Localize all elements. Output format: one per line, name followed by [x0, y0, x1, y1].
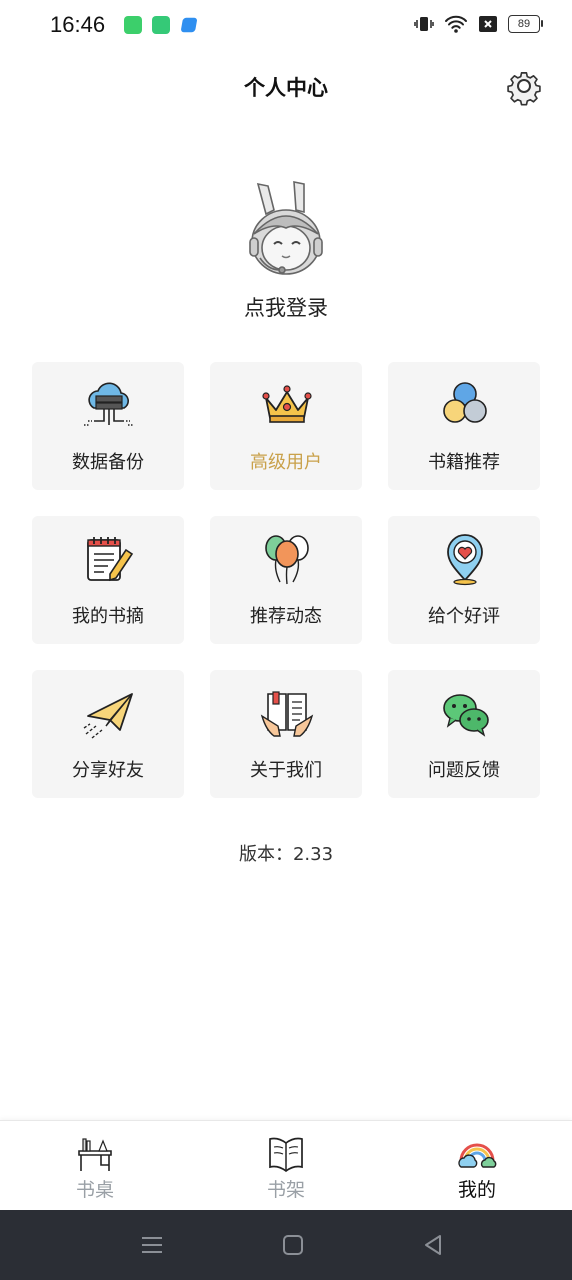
nav-label: 书架: [266, 1179, 305, 1201]
desk-icon: [78, 1138, 112, 1171]
menu-label: 我的书摘: [72, 606, 144, 627]
cloud-server-icon: [84, 382, 134, 426]
settings-button[interactable]: [504, 66, 544, 106]
menu-item-my-excerpts[interactable]: 我的书摘: [32, 516, 184, 644]
rainbow-cloud-icon: [458, 1143, 497, 1168]
home-button[interactable]: [280, 1232, 306, 1258]
page-title: 个人中心: [244, 76, 328, 100]
app-notification-icon: [124, 16, 142, 34]
menu-item-share-friends[interactable]: 分享好友: [32, 670, 184, 798]
menu-item-premium-user[interactable]: 高级用户: [210, 362, 362, 490]
menu-label: 书籍推荐: [428, 452, 500, 473]
open-book-hands-icon: [260, 691, 314, 737]
vibrate-icon: [414, 17, 434, 31]
nav-tab-bookshelf[interactable]: 书架: [191, 1121, 381, 1211]
login-link[interactable]: 点我登录: [0, 292, 572, 322]
heart-pin-icon: [447, 534, 483, 586]
notepad-pencil-icon: [87, 537, 134, 582]
nav-tab-mine[interactable]: 我的: [382, 1121, 572, 1211]
menu-label: 高级用户: [250, 452, 322, 473]
menu-item-about-us[interactable]: 关于我们: [210, 670, 362, 798]
status-indicators: 89: [414, 14, 543, 34]
app-notification-icon: [152, 16, 170, 34]
menu-item-recommend-feed[interactable]: 推荐动态: [210, 516, 362, 644]
no-sim-icon: [479, 16, 497, 32]
square-icon: [283, 1235, 303, 1255]
status-bar: 16:46 89: [0, 0, 572, 52]
menu-label: 关于我们: [250, 760, 322, 781]
menu-label: 数据备份: [72, 452, 144, 473]
bottom-nav: 书桌 书架 我的: [0, 1120, 572, 1211]
avatar[interactable]: [238, 178, 334, 282]
menu-button[interactable]: [139, 1232, 165, 1258]
bookshelf-icon: [269, 1137, 303, 1173]
balloons-icon: [265, 535, 309, 585]
status-time: 16:46: [50, 12, 106, 37]
bunny-girl-avatar-icon: [249, 181, 323, 275]
app-notification-icon: [180, 17, 198, 33]
menu-item-data-backup[interactable]: 数据备份: [32, 362, 184, 490]
nav-tab-desk[interactable]: 书桌: [0, 1121, 190, 1211]
circles-icon: [443, 382, 487, 423]
wifi-icon: [445, 15, 467, 33]
menu-label: 给个好评: [428, 606, 500, 627]
battery-indicator: 89: [508, 15, 543, 33]
crown-icon: [262, 385, 312, 423]
gear-icon: [507, 72, 541, 106]
paper-plane-icon: [83, 693, 133, 739]
back-triangle-icon: [425, 1235, 441, 1255]
menu-label: 问题反馈: [428, 760, 500, 781]
menu-label: 推荐动态: [250, 606, 322, 627]
menu-item-rate-app[interactable]: 给个好评: [388, 516, 540, 644]
nav-label: 我的: [457, 1179, 496, 1201]
version-text: 版本：2.33: [238, 844, 334, 865]
nav-label: 书桌: [75, 1179, 114, 1201]
wechat-chat-icon: [443, 694, 489, 737]
menu-item-book-recommend[interactable]: 书籍推荐: [388, 362, 540, 490]
menu-item-feedback[interactable]: 问题反馈: [388, 670, 540, 798]
menu-label: 分享好友: [72, 760, 144, 781]
status-app-icons: [124, 16, 198, 34]
header: 个人中心: [0, 60, 572, 114]
system-nav-bar: [0, 1210, 572, 1280]
hamburger-icon: [142, 1237, 162, 1253]
back-button[interactable]: [420, 1232, 446, 1258]
